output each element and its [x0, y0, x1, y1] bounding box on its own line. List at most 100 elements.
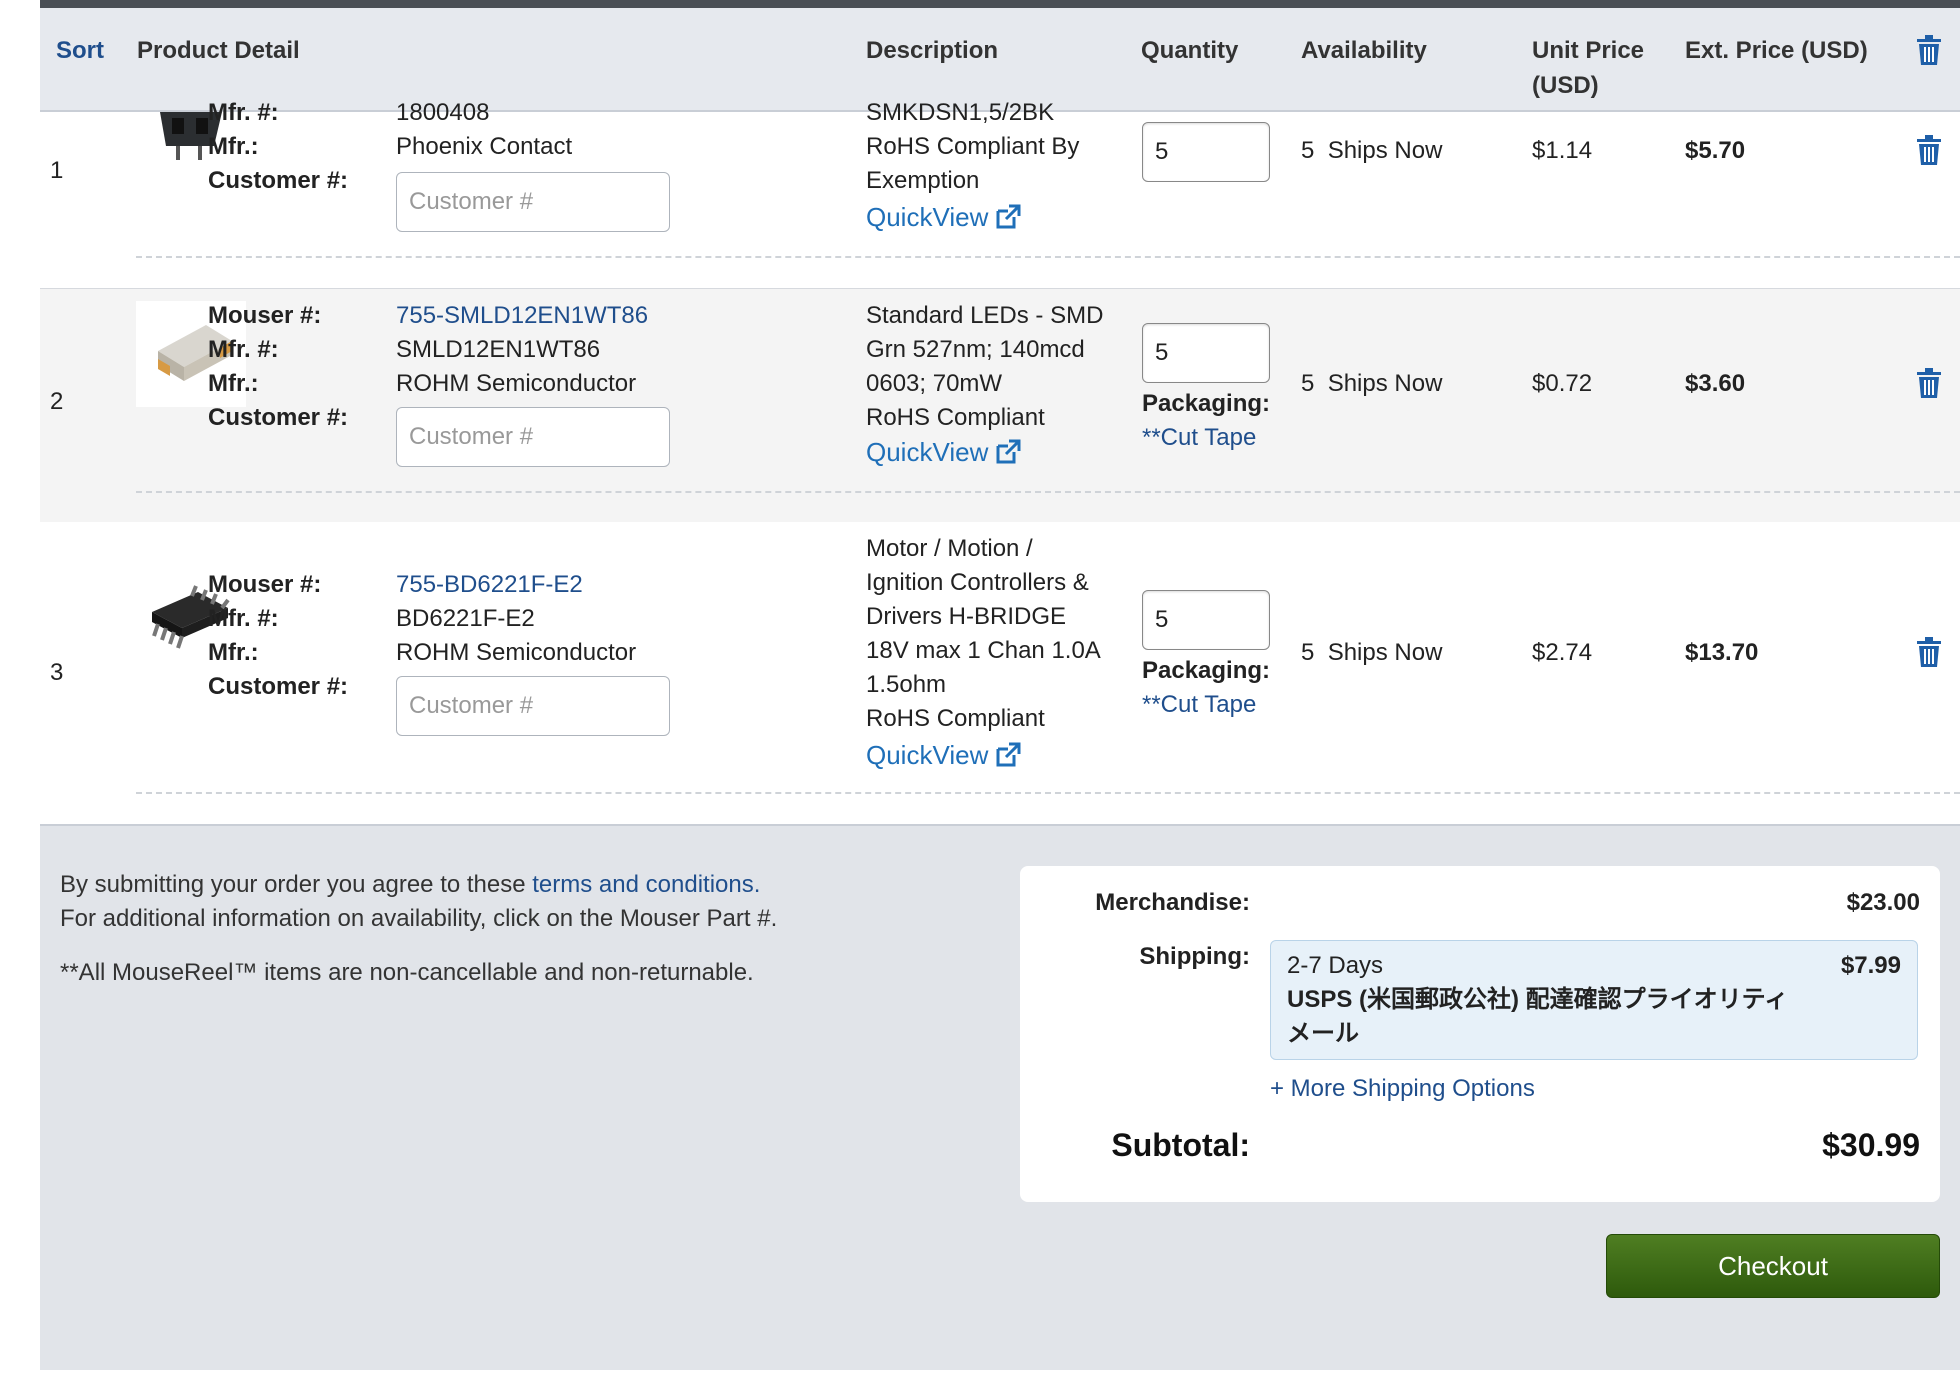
availability-status: Ships Now [1327, 370, 1443, 397]
quantity-input[interactable]: 5 [1142, 590, 1270, 650]
mfr-num-label: Mfr. #: [208, 336, 279, 363]
manufacturer: Phoenix Contact [396, 133, 573, 160]
sort-header[interactable]: Sort [56, 33, 104, 68]
mfr-label: Mfr.: [208, 639, 259, 666]
availability-status: Ships Now [1327, 639, 1443, 666]
description-line: SMKDSN1,5/2BK [866, 99, 1055, 126]
mouser-number-label: Mouser #: [208, 571, 322, 598]
mfr-number: BD6221F-E2 [396, 605, 535, 632]
merchandise-value: $23.00 [1846, 889, 1920, 916]
unit-price: $0.72 [1532, 370, 1593, 397]
terms-notice: By submitting your order you agree to th… [60, 868, 760, 902]
customer-number-input[interactable]: Customer # [396, 407, 670, 467]
manufacturer: ROHM Semiconductor [396, 370, 637, 397]
external-link-icon [996, 742, 1021, 767]
cart-row-1: Mfr. #: Mfr.: Customer #: 1800408 Phoeni… [40, 99, 1960, 288]
quantity-header: Quantity [1141, 37, 1239, 64]
availability-count: 5 [1301, 370, 1315, 397]
customer-label: Customer #: [208, 404, 349, 431]
mfr-label: Mfr.: [208, 133, 259, 160]
mfr-num-label: Mfr. #: [208, 99, 279, 126]
availability: 5 Ships Now [1301, 134, 1442, 168]
shipping-label: Shipping: [1139, 943, 1250, 970]
row-divider [136, 792, 1960, 794]
mfr-label: Mfr.: [208, 370, 259, 397]
row-divider [136, 256, 1960, 258]
quickview-link[interactable]: QuickView [866, 200, 1022, 236]
shipping-method-line1: USPS (米国郵政公社) 配達確認プライオリティ [1287, 986, 1789, 1013]
description-line: RoHS Compliant [866, 705, 1045, 732]
availability-count: 5 [1301, 137, 1315, 164]
shipping-days: 2-7 Days [1287, 952, 1384, 979]
mouser-number-label: Mouser #: [208, 302, 322, 329]
trash-icon[interactable] [1916, 367, 1942, 399]
description-line: RoHS Compliant By [866, 133, 1080, 160]
ext-price: $3.60 [1685, 370, 1746, 397]
row-sort-number: 2 [50, 388, 64, 415]
selected-shipping-option[interactable]: 2-7 Days $7.99 USPS (米国郵政公社) 配達確認プライオリティ… [1270, 940, 1918, 1060]
subtotal-label: Subtotal: [1111, 1127, 1250, 1163]
mfr-number: SMLD12EN1WT86 [396, 336, 601, 363]
description-line: 18V max 1 Chan 1.0A [866, 637, 1101, 664]
trash-icon[interactable] [1916, 134, 1942, 166]
row-sort-number: 3 [50, 659, 64, 686]
customer-number-input[interactable]: Customer # [396, 172, 670, 232]
description-line: Drivers H-BRIDGE [866, 603, 1067, 630]
ext-price-header: Ext. Price (USD) [1685, 37, 1868, 64]
cart-row-3: Mouser #: Mfr. #: Mfr.: Customer #: 755-… [40, 522, 1960, 824]
mousereel-note: **All MouseReel™ items are non-cancellab… [60, 959, 754, 986]
description-line: Exemption [866, 167, 980, 194]
description-line: RoHS Compliant [866, 404, 1045, 431]
ext-price: $13.70 [1685, 639, 1759, 666]
quickview-link[interactable]: QuickView [866, 435, 1022, 471]
packaging-label: Packaging: [1142, 390, 1271, 417]
customer-number-input[interactable]: Customer # [396, 676, 670, 736]
cart-row-2: Mouser #: Mfr. #: Mfr.: Customer #: 755-… [40, 288, 1960, 524]
checkout-button[interactable]: Checkout [1606, 1234, 1940, 1298]
description-line: Motor / Motion / [866, 535, 1033, 562]
quickview-label: QuickView [866, 437, 989, 467]
more-shipping-options-link[interactable]: + More Shipping Options [1270, 1072, 1535, 1106]
description-line: Ignition Controllers & [866, 569, 1089, 596]
unit-price-header-line2: (USD) [1532, 72, 1599, 99]
mouser-part-link[interactable]: 755-BD6221F-E2 [396, 568, 583, 602]
packaging-label: Packaging: [1142, 657, 1271, 684]
unit-price: $2.74 [1532, 639, 1593, 666]
quantity-input[interactable]: 5 [1142, 323, 1270, 383]
shipping-price: $7.99 [1840, 952, 1901, 979]
description-line: 1.5ohm [866, 671, 947, 698]
packaging-link[interactable]: **Cut Tape [1142, 421, 1256, 455]
external-link-icon [996, 204, 1021, 229]
description-line: Grn 527nm; 140mcd [866, 336, 1085, 363]
order-summary: Merchandise: $23.00 Shipping: 2-7 Days $… [1020, 866, 1940, 1202]
description-line: 0603; 70mW [866, 370, 1003, 397]
unit-price-header: Unit Price (USD) [1532, 33, 1644, 103]
top-strip [40, 0, 1960, 8]
availability-status: Ships Now [1327, 137, 1443, 164]
trash-icon[interactable] [1916, 636, 1942, 668]
description-header: Description [866, 37, 999, 64]
mfr-num-label: Mfr. #: [208, 605, 279, 632]
trash-icon[interactable] [1916, 34, 1942, 66]
shipping-method-line2: メール [1287, 1020, 1359, 1047]
manufacturer: ROHM Semiconductor [396, 639, 637, 666]
terms-prefix: By submitting your order you agree to th… [60, 871, 533, 898]
customer-label: Customer #: [208, 673, 349, 700]
mouser-part-link[interactable]: 755-SMLD12EN1WT86 [396, 299, 648, 333]
quantity-input[interactable]: 5 [1142, 122, 1270, 182]
availability: 5 Ships Now [1301, 367, 1442, 401]
row-sort-number: 1 [50, 157, 64, 184]
availability-header: Availability [1301, 37, 1427, 64]
product-detail-header: Product Detail [137, 37, 300, 64]
packaging-link[interactable]: **Cut Tape [1142, 688, 1256, 722]
quickview-label: QuickView [866, 202, 989, 232]
terms-link[interactable]: terms and conditions. [532, 871, 760, 898]
subtotal-value: $30.99 [1822, 1127, 1920, 1163]
customer-label: Customer #: [208, 167, 349, 194]
row-divider [136, 491, 1960, 493]
unit-price-header-line1: Unit Price [1532, 37, 1645, 64]
ext-price: $5.70 [1685, 137, 1746, 164]
quickview-link[interactable]: QuickView [866, 738, 1022, 774]
quickview-label: QuickView [866, 740, 989, 770]
mfr-number: 1800408 [396, 99, 490, 126]
